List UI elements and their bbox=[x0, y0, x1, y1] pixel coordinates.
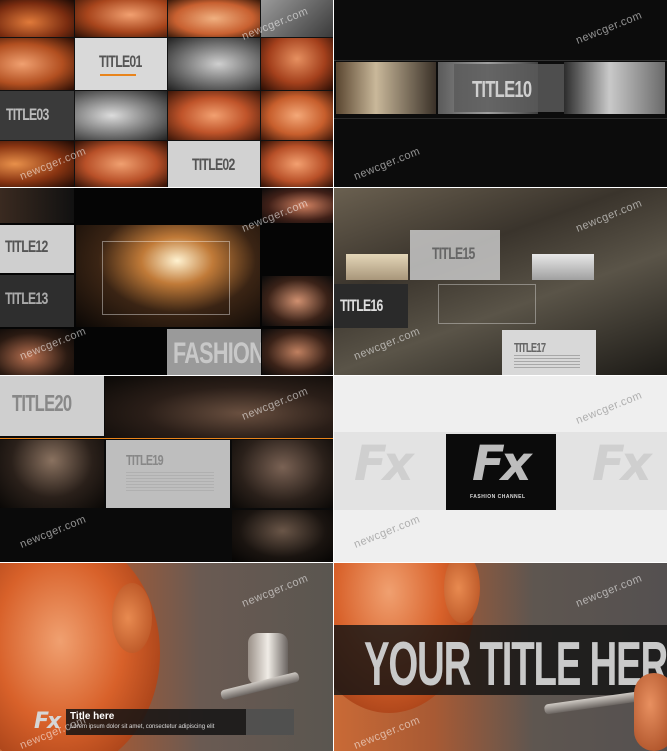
title-text: TITLE02 bbox=[192, 155, 235, 174]
logo-ghost: Fx bbox=[346, 436, 442, 508]
panel-headline: YOUR TITLE HERE newcger.com newcger.com bbox=[334, 563, 667, 751]
photo-cell bbox=[262, 276, 333, 326]
title-card: FASHION bbox=[167, 329, 261, 375]
photo-cell bbox=[232, 510, 333, 562]
title-text: TITLE20 bbox=[12, 390, 72, 416]
photo-cell bbox=[346, 254, 408, 280]
channel-text: FASHION CHANNEL bbox=[470, 494, 526, 500]
title-card: TITLE19 bbox=[106, 440, 230, 508]
title-text: TITLE12 bbox=[5, 237, 48, 256]
photo-cell bbox=[75, 91, 167, 140]
panel-makeup-grid: TITLE01 TITLE03 TITLE02 newcger.com newc… bbox=[0, 0, 333, 187]
title-text: TITLE03 bbox=[6, 105, 49, 124]
title-text: TITLE13 bbox=[5, 289, 48, 308]
photo-cell bbox=[0, 188, 74, 223]
logo-card: Fx FASHION CHANNEL bbox=[446, 434, 556, 510]
watermark: newcger.com bbox=[240, 572, 311, 610]
watermark: newcger.com bbox=[352, 513, 423, 551]
watermark: newcger.com bbox=[352, 714, 423, 751]
fx-logo: Fx bbox=[354, 436, 414, 492]
grid-line bbox=[334, 60, 667, 61]
panel-logo: Fx Fx FASHION CHANNEL Fx newcger.com new… bbox=[334, 376, 667, 562]
bar-segment bbox=[246, 709, 294, 735]
title-card: TITLE17 bbox=[502, 330, 596, 375]
photo-cell bbox=[105, 376, 333, 438]
title-card: TITLE10 bbox=[454, 64, 564, 112]
watermark: newcger.com bbox=[574, 9, 645, 47]
photo-cell bbox=[262, 329, 333, 375]
ear-shape bbox=[444, 563, 480, 623]
frame-outline bbox=[102, 241, 230, 315]
photo-cell bbox=[336, 62, 436, 114]
watermark: newcger.com bbox=[18, 513, 89, 551]
photo-cell bbox=[261, 38, 333, 90]
watermark: newcger.com bbox=[352, 145, 423, 183]
fx-logo: Fx bbox=[472, 436, 532, 492]
logo-ghost: Fx bbox=[562, 436, 662, 508]
panel-title10: TITLE10 newcger.com newcger.com bbox=[334, 0, 667, 187]
photo-cell bbox=[532, 254, 594, 280]
title-text: TITLE16 bbox=[340, 296, 383, 315]
frame-outline bbox=[438, 284, 536, 324]
photo-cell bbox=[232, 440, 333, 508]
fx-logo: Fx bbox=[592, 436, 652, 492]
title-card: TITLE15 bbox=[410, 230, 500, 280]
text-lines bbox=[126, 472, 214, 492]
title-card: TITLE16 bbox=[334, 284, 408, 328]
headline-text: YOUR TITLE HERE bbox=[364, 630, 667, 695]
title-text: TITLE01 bbox=[99, 52, 142, 71]
title-card: TITLE02 bbox=[168, 141, 260, 187]
photo-cell bbox=[564, 62, 665, 114]
ear-shape bbox=[112, 583, 152, 653]
lower-third-bar: Title here Lorem ipsum dolor sit amet, c… bbox=[66, 709, 294, 735]
photo-cell bbox=[75, 141, 167, 187]
photo-cell bbox=[0, 440, 104, 508]
title-card: TITLE13 bbox=[0, 275, 74, 327]
title-card: TITLE01 bbox=[75, 38, 167, 90]
title-text: TITLE15 bbox=[432, 244, 475, 263]
title-text: TITLE17 bbox=[514, 340, 546, 355]
title-card: TITLE12 bbox=[0, 225, 74, 273]
panel-hands: TITLE15 TITLE16 TITLE17 newcger.com newc… bbox=[334, 188, 667, 375]
photo-cell bbox=[168, 91, 260, 140]
photo-cell bbox=[261, 141, 333, 187]
accent-line bbox=[100, 74, 136, 76]
title-card: TITLE20 bbox=[0, 376, 104, 436]
title-text: TITLE19 bbox=[126, 452, 164, 469]
text-lines bbox=[514, 355, 580, 369]
photo-cell bbox=[0, 0, 74, 37]
title-text: TITLE10 bbox=[472, 76, 532, 102]
accent-line bbox=[0, 438, 333, 439]
watermark: newcger.com bbox=[574, 389, 645, 427]
photo-cell bbox=[168, 38, 260, 90]
lower-third-body: Lorem ipsum dolor sit amet, consectetur … bbox=[70, 724, 215, 730]
panel-lower-third: Fx Title here Lorem ipsum dolor sit amet… bbox=[0, 563, 333, 751]
panel-title19: TITLE20 TITLE19 newcger.com newcger.com bbox=[0, 376, 333, 562]
headline-bar: YOUR TITLE HERE bbox=[334, 625, 667, 695]
photo-cell bbox=[261, 91, 333, 140]
panel-fashion: TITLE12 TITLE13 FASHION newcger.com newc… bbox=[0, 188, 333, 375]
watermark: newcger.com bbox=[574, 572, 645, 610]
title-card: TITLE03 bbox=[0, 91, 74, 140]
hand-shape bbox=[634, 673, 667, 751]
photo-cell bbox=[0, 38, 74, 90]
grid-line bbox=[334, 118, 667, 119]
photo-cell bbox=[75, 0, 167, 37]
fashion-text: FASHION bbox=[173, 337, 261, 370]
